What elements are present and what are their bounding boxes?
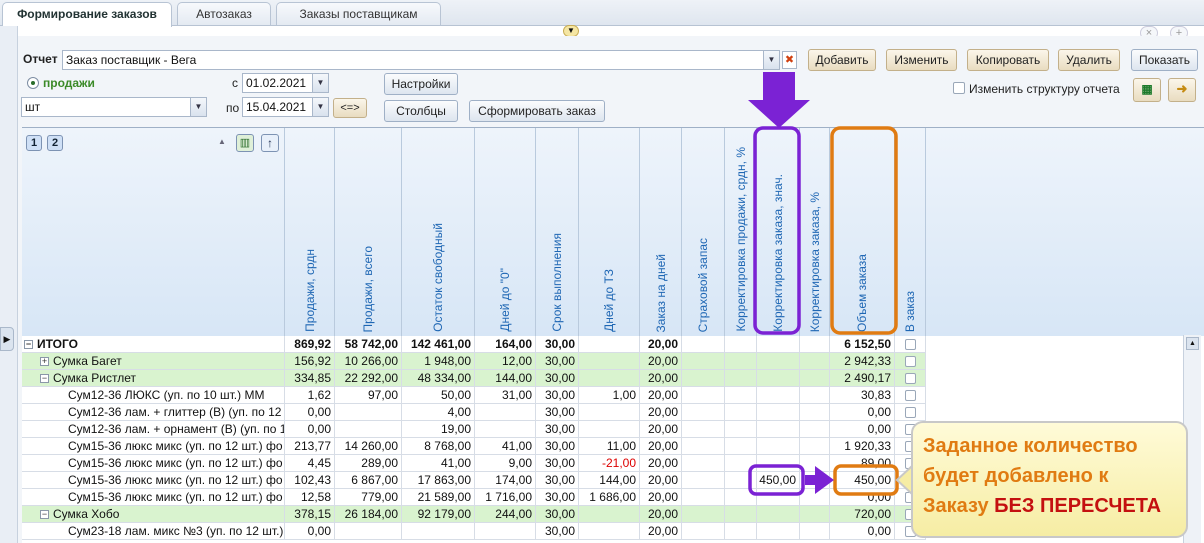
orange-column-highlight xyxy=(830,126,898,335)
callout-pointer xyxy=(895,463,913,497)
callout-emphasis: БЕЗ ПЕРЕСЧЕТА xyxy=(994,495,1162,517)
annotation-callout: Заданное количество будет добавлено к За… xyxy=(911,421,1188,538)
orange-value-highlight xyxy=(833,464,899,496)
purple-column-highlight xyxy=(753,126,801,335)
purple-value-highlight xyxy=(748,464,805,496)
purple-down-arrow-icon xyxy=(748,72,810,128)
purple-right-arrow-icon xyxy=(805,466,834,494)
